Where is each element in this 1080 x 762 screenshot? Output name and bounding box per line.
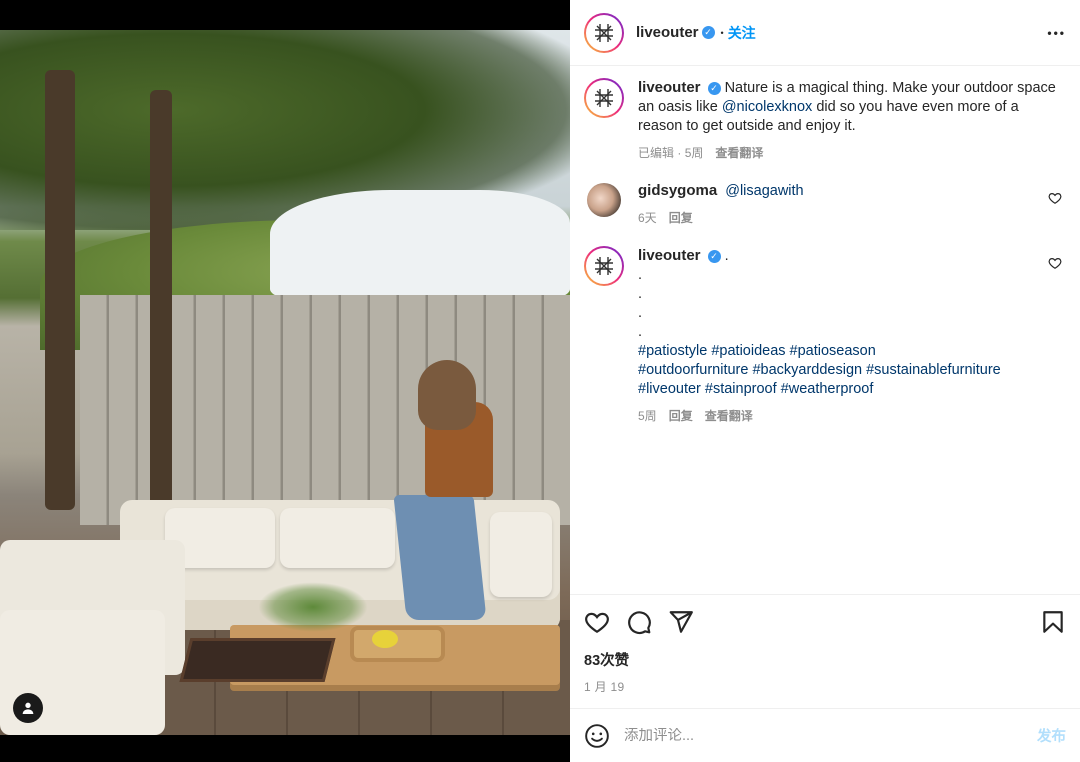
photo-cushion (280, 508, 395, 568)
caption: liveouter ✓ Nature is a magical thing. Ma… (584, 78, 1066, 163)
caption-edited: 已编辑 · 5周 (638, 146, 704, 160)
reply-button[interactable]: 回复 (669, 209, 693, 228)
user-tag-icon[interactable] (13, 693, 43, 723)
header-dot: • (720, 27, 724, 38)
photo-person-hair (418, 360, 476, 430)
photo-plant (258, 582, 368, 632)
comment-mention-link[interactable]: @lisagawith (725, 183, 803, 199)
action-bar (584, 607, 1066, 637)
follow-button[interactable]: 关注 (728, 23, 756, 43)
comments-list[interactable]: liveouter ✓ Nature is a magical thing. Ma… (570, 66, 1080, 594)
caption-mention-link[interactable]: @nicolexknox (722, 99, 812, 115)
comment-item: gidsygoma @lisagawith 6天 回复 (584, 181, 1066, 228)
likes-count[interactable]: 83次赞 (584, 649, 1066, 670)
photo-person-legs (393, 495, 487, 620)
avatar[interactable] (587, 183, 621, 217)
verified-badge-icon: ✓ (701, 26, 715, 39)
photo-backgammon (179, 638, 336, 682)
add-comment-bar: 发布 (570, 708, 1080, 762)
photo-trunk (45, 70, 75, 510)
photo-cushion (490, 512, 552, 597)
heart-icon[interactable] (584, 609, 610, 635)
comment-meta: 5周 回复 查看翻译 (638, 407, 1066, 426)
comment-dot: . (638, 267, 643, 283)
bookmark-icon[interactable] (1040, 609, 1066, 635)
post-comment-button[interactable]: 发布 (1037, 725, 1066, 746)
heart-icon[interactable] (1048, 191, 1062, 205)
post-side-panel: liveouter ✓ • 关注 ••• liveouter ✓ Nature … (570, 0, 1080, 762)
photo-lemon (372, 630, 398, 648)
verified-badge-icon: ✓ (707, 81, 721, 95)
liveouter-logo-icon (595, 89, 613, 107)
comment-dot: . (638, 305, 643, 321)
post-header: liveouter ✓ • 关注 ••• (570, 0, 1080, 66)
reply-button[interactable]: 回复 (669, 407, 693, 426)
comment-input[interactable] (624, 727, 1037, 744)
avatar-inner (586, 80, 622, 116)
comment-body: gidsygoma @lisagawith 6天 回复 (638, 181, 1066, 228)
avatar-inner (586, 248, 622, 284)
user-silhouette-icon (22, 702, 34, 714)
avatar[interactable] (584, 78, 624, 118)
emoji-icon[interactable] (584, 723, 610, 749)
photo-trunk (150, 90, 172, 510)
comment-body: liveouter ✓ . . . . . #patiostyle #patioi… (638, 246, 1066, 426)
comment-username[interactable]: liveouter (638, 247, 701, 264)
caption-body: liveouter ✓ Nature is a magical thing. Ma… (638, 78, 1066, 163)
comment-dot: . (638, 324, 643, 340)
comment-username[interactable]: gidsygoma (638, 182, 717, 199)
comment-time: 5周 (638, 409, 657, 423)
hashtags-line[interactable]: #outdoorfurniture #backyarddesign #susta… (638, 361, 1066, 380)
instagram-post-viewer: liveouter ✓ • 关注 ••• liveouter ✓ Nature … (0, 0, 1080, 762)
hashtags-line[interactable]: #patiostyle #patioideas #patioseason (638, 342, 1066, 361)
post-date[interactable]: 1 月 19 (584, 678, 1066, 695)
send-icon[interactable] (668, 609, 694, 635)
translate-link[interactable]: 查看翻译 (715, 144, 763, 163)
post-media[interactable] (0, 0, 570, 762)
heart-icon[interactable] (1048, 256, 1062, 270)
photo-sky (270, 190, 570, 300)
comment-dot: . (724, 248, 729, 264)
comment-meta: 6天 回复 (638, 209, 1066, 228)
more-options-icon[interactable]: ••• (1047, 26, 1066, 40)
hashtags-line[interactable]: #liveouter #stainproof #weatherproof (638, 380, 1066, 399)
caption-meta: 已编辑 · 5周 查看翻译 (638, 144, 1066, 163)
comment-icon[interactable] (626, 609, 652, 635)
translate-link[interactable]: 查看翻译 (705, 407, 753, 426)
comment-item: liveouter ✓ . . . . . #patiostyle #patioi… (584, 246, 1066, 426)
header-username[interactable]: liveouter (636, 24, 699, 41)
avatar[interactable] (584, 12, 624, 53)
comment-dot: . (638, 286, 643, 302)
liveouter-logo-icon (595, 23, 613, 42)
caption-username[interactable]: liveouter (638, 79, 701, 96)
comment-time: 6天 (638, 211, 657, 225)
avatar[interactable] (584, 246, 624, 286)
liveouter-logo-icon (595, 257, 613, 275)
verified-badge-icon: ✓ (707, 249, 721, 263)
avatar-inner (586, 14, 622, 51)
post-photo[interactable] (0, 30, 570, 735)
